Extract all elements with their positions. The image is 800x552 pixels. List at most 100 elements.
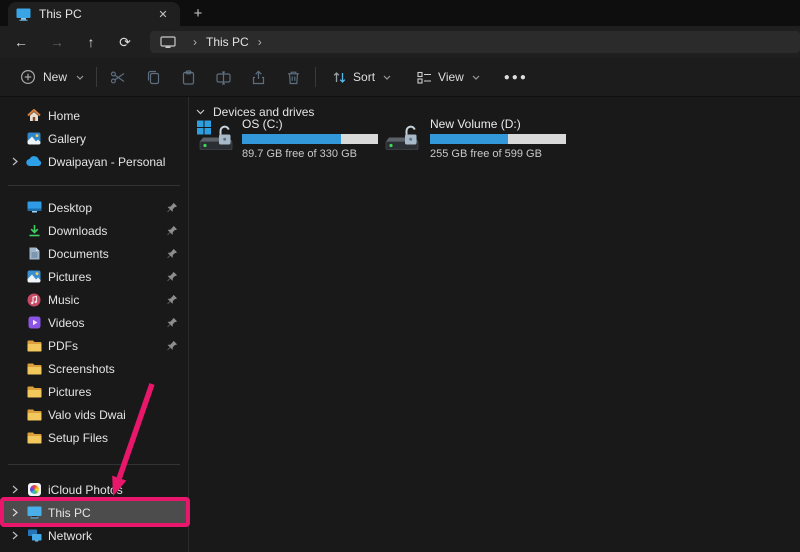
- folder-icon: [24, 409, 44, 421]
- folder-icon: [24, 363, 44, 375]
- sidebar-item-label: Network: [48, 529, 188, 543]
- sidebar-item-downloads[interactable]: Downloads: [0, 219, 188, 242]
- sidebar-item-pictures[interactable]: Pictures: [0, 265, 188, 288]
- toolbar-divider: [96, 67, 97, 87]
- breadcrumb-this-pc[interactable]: This PC: [206, 35, 249, 49]
- this-pc-icon: [24, 506, 44, 519]
- paste-button: [171, 63, 206, 91]
- new-button-label: New: [43, 70, 67, 84]
- sort-arrows-icon: [332, 70, 347, 85]
- refresh-button[interactable]: ⟳: [112, 29, 138, 55]
- sidebar-item-label: Screenshots: [48, 362, 188, 376]
- navigation-bar: ← → ↑ ⟳ › This PC ›: [0, 26, 800, 58]
- navigation-pane: Home Gallery Dwaipayan - Per: [0, 97, 189, 552]
- sidebar-item-valo-vids[interactable]: Valo vids Dwai: [0, 403, 188, 426]
- back-button[interactable]: ←: [8, 29, 34, 55]
- new-tab-button[interactable]: +: [188, 4, 208, 23]
- pin-icon: [166, 271, 180, 283]
- capacity-bar-fill: [430, 134, 508, 144]
- view-button-label: View: [438, 70, 464, 84]
- sidebar-item-videos[interactable]: Videos: [0, 311, 188, 334]
- chevron-down-icon: [196, 109, 205, 115]
- drive-tile-c[interactable]: OS (C:) 89.7 GB free of 330 GB: [197, 117, 378, 160]
- drive-free-space: 255 GB free of 599 GB: [430, 148, 566, 160]
- folder-icon: [24, 432, 44, 444]
- document-icon: [24, 247, 44, 260]
- sidebar-item-network[interactable]: Network: [0, 524, 188, 547]
- forward-button: →: [44, 29, 70, 55]
- sidebar-item-label: Documents: [48, 247, 166, 261]
- share-icon: [250, 69, 267, 86]
- this-pc-breadcrumb-icon: [160, 36, 176, 49]
- sidebar-item-icloud-photos[interactable]: iCloud Photos: [0, 478, 188, 501]
- breadcrumb-separator: ›: [193, 35, 197, 49]
- address-bar[interactable]: › This PC ›: [150, 31, 800, 53]
- pin-icon: [166, 340, 180, 352]
- drive-name: OS (C:): [242, 117, 378, 131]
- gallery-icon: [24, 132, 44, 145]
- delete-button: [276, 63, 311, 91]
- capacity-bar: [242, 134, 378, 144]
- onedrive-cloud-icon: [24, 156, 44, 167]
- sidebar-item-label: Home: [48, 109, 188, 123]
- videos-icon: [24, 316, 44, 329]
- home-icon: [24, 109, 44, 122]
- tab-title: This PC: [39, 7, 154, 21]
- icloud-photos-icon: [24, 483, 44, 496]
- sidebar-item-label: PDFs: [48, 339, 166, 353]
- rename-button: [206, 63, 241, 91]
- drive-free-space: 89.7 GB free of 330 GB: [242, 148, 378, 160]
- drive-tile-d[interactable]: New Volume (D:) 255 GB free of 599 GB: [385, 117, 566, 160]
- network-icon: [24, 529, 44, 542]
- sidebar-item-gallery[interactable]: Gallery: [0, 127, 188, 150]
- tab-close-icon[interactable]: ✕: [154, 5, 172, 23]
- copy-button: [136, 63, 171, 91]
- more-options-button[interactable]: ●●●: [500, 63, 532, 91]
- breadcrumb-separator: ›: [258, 35, 262, 49]
- this-pc-icon: [16, 8, 31, 21]
- sort-button-label: Sort: [353, 70, 375, 84]
- command-toolbar: New: [0, 58, 800, 97]
- capacity-bar-fill: [242, 134, 341, 144]
- sidebar-item-onedrive[interactable]: Dwaipayan - Personal: [0, 150, 188, 173]
- sidebar-item-home[interactable]: Home: [0, 104, 188, 127]
- rename-icon: [215, 69, 232, 86]
- new-button[interactable]: New: [12, 63, 92, 91]
- trash-icon: [285, 69, 302, 86]
- sidebar-item-pictures-folder[interactable]: Pictures: [0, 380, 188, 403]
- capacity-bar: [430, 134, 566, 144]
- sidebar-item-label: Music: [48, 293, 166, 307]
- folder-icon: [24, 340, 44, 352]
- tab-this-pc[interactable]: This PC ✕: [8, 2, 180, 26]
- scissors-icon: [110, 69, 127, 86]
- view-layout-icon: [417, 70, 432, 85]
- pin-icon: [166, 248, 180, 260]
- sidebar-item-label: This PC: [48, 506, 188, 520]
- share-button: [241, 63, 276, 91]
- sidebar-item-this-pc[interactable]: This PC: [0, 501, 188, 524]
- chevron-right-icon: [12, 157, 18, 166]
- sort-button[interactable]: Sort: [324, 63, 399, 91]
- drive-c-icon: [197, 117, 235, 154]
- sidebar-item-setup-files[interactable]: Setup Files: [0, 426, 188, 449]
- music-icon: [24, 293, 44, 307]
- sidebar-item-label: Pictures: [48, 385, 188, 399]
- download-icon: [24, 224, 44, 237]
- up-button[interactable]: ↑: [78, 29, 104, 55]
- sidebar-item-label: Setup Files: [48, 431, 188, 445]
- cut-button: [101, 63, 136, 91]
- chevron-down-icon: [76, 75, 84, 80]
- pin-icon: [166, 294, 180, 306]
- sidebar-item-label: Downloads: [48, 224, 166, 238]
- sidebar-item-screenshots[interactable]: Screenshots: [0, 357, 188, 380]
- sidebar-item-pdfs[interactable]: PDFs: [0, 334, 188, 357]
- copy-icon: [145, 69, 162, 86]
- drive-name: New Volume (D:): [430, 117, 566, 131]
- title-bar: This PC ✕ +: [0, 0, 800, 26]
- pin-icon: [166, 202, 180, 214]
- view-button[interactable]: View: [409, 63, 488, 91]
- drive-d-icon: [385, 117, 423, 154]
- sidebar-item-documents[interactable]: Documents: [0, 242, 188, 265]
- sidebar-item-desktop[interactable]: Desktop: [0, 196, 188, 219]
- sidebar-item-music[interactable]: Music: [0, 288, 188, 311]
